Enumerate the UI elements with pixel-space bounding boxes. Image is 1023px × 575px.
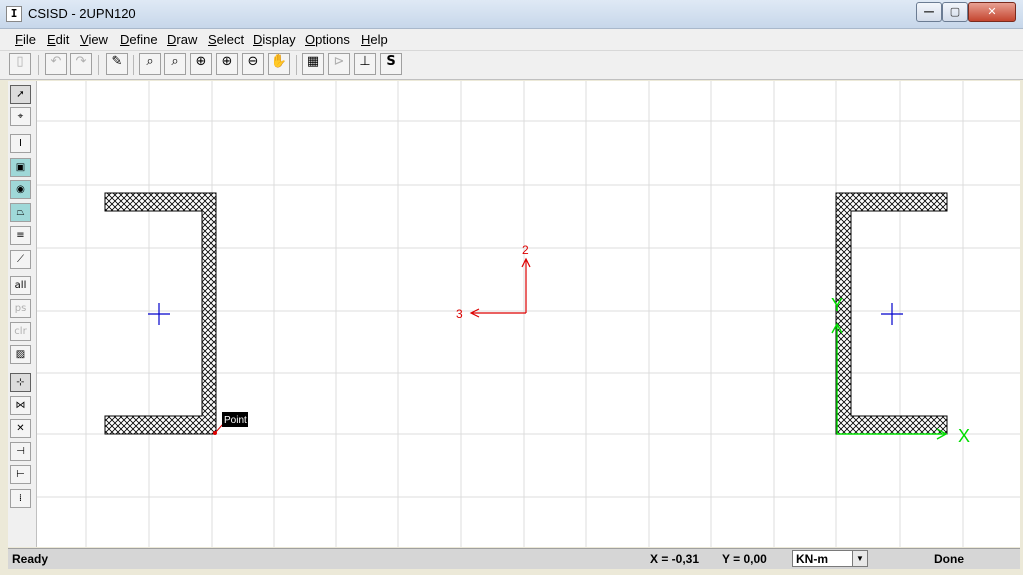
zoom-in-step-icon[interactable]: ⊕ (216, 53, 238, 75)
menu-view[interactable]: View (80, 32, 108, 47)
status-ready: Ready (12, 552, 49, 566)
toolbar-separator (296, 55, 297, 75)
section-properties-icon[interactable]: ⊳ (328, 53, 350, 75)
axis-icon[interactable]: ⊥ (354, 53, 376, 75)
toolbar: ▯ ↶ ↷ ✎ ⌕ ⌕ ⊕ ⊕ ⊖ ✋ ▦ ⊳ ⊥ S (0, 51, 1023, 80)
app-window: I CSISD - 2UPN120 — ▢ ✕ File Edit View D… (0, 0, 1023, 575)
clear-selection-button[interactable]: clr (10, 322, 31, 341)
menu-display[interactable]: Display (253, 32, 296, 47)
menu-edit[interactable]: Edit (47, 32, 69, 47)
zoom-window-icon[interactable]: ⌕ (139, 53, 161, 75)
local-axes (469, 257, 531, 318)
cursor-y-readout: Y = 0,00 (722, 552, 767, 566)
redo-icon[interactable]: ↷ (70, 53, 92, 75)
snap-midpoint-icon[interactable]: ⋈ (10, 396, 31, 415)
status-bar: Ready X = -0,31 Y = 0,00 KN-m ▼ Done (8, 548, 1020, 569)
snap-points-icon[interactable]: ⊹ (10, 373, 31, 392)
menu-select[interactable]: Select (208, 32, 244, 47)
window-title: CSISD - 2UPN120 (28, 6, 136, 21)
menu-help[interactable]: Help (361, 32, 388, 47)
menu-options[interactable]: Options (305, 32, 350, 47)
axis-3-label: 3 (456, 307, 463, 321)
centroid-left-icon (148, 303, 170, 325)
axis-y-label: Y (831, 295, 843, 315)
previous-selection-button[interactable]: ps (10, 299, 31, 318)
draw-polygon-icon[interactable]: ⏢ (10, 203, 31, 222)
left-toolbar: ➚ ⌖ I ▣ ◉ ⏢ ≡ ⟋ all ps clr ▨ ⊹ ⋈ ✕ ⊣ ⊢ ⁞ (8, 81, 37, 547)
draw-rebar-line-icon[interactable]: ≡ (10, 226, 31, 245)
pan-icon[interactable]: ✋ (268, 53, 290, 75)
minimize-button[interactable]: — (916, 2, 942, 22)
zoom-restore-icon[interactable]: ⌕ (164, 53, 186, 75)
menu-define[interactable]: Define (120, 32, 158, 47)
close-button[interactable]: ✕ (968, 2, 1016, 22)
section-drawing: 2 3 Y X Point (37, 81, 1020, 547)
new-icon[interactable]: ▯ (9, 53, 31, 75)
pointer-icon[interactable]: ➚ (10, 85, 31, 104)
reshape-icon[interactable]: ⌖ (10, 107, 31, 126)
app-icon: I (6, 6, 22, 22)
maximize-button[interactable]: ▢ (942, 2, 968, 22)
menu-bar: File Edit View Define Draw Select Displa… (0, 29, 1023, 51)
zoom-in-icon[interactable]: ⊕ (190, 53, 212, 75)
toolbar-separator (38, 55, 39, 75)
snap-perpendicular-icon[interactable]: ⊣ (10, 442, 31, 461)
drawing-canvas[interactable]: 2 3 Y X Point (37, 81, 1020, 547)
toolbar-separator (98, 55, 99, 75)
cursor-x-readout: X = -0,31 (650, 552, 700, 566)
zoom-out-icon[interactable]: ⊖ (242, 53, 264, 75)
point-tooltip: Point (224, 415, 247, 426)
draw-text-icon[interactable]: I (10, 134, 31, 153)
menu-draw[interactable]: Draw (167, 32, 197, 47)
units-dropdown[interactable]: KN-m ▼ (792, 550, 868, 567)
draw-rectangle-icon[interactable]: ▣ (10, 158, 31, 177)
axis-x-label: X (958, 426, 970, 446)
draw-line-icon[interactable]: ⟋ (10, 250, 31, 269)
units-value: KN-m (796, 552, 828, 566)
table-icon[interactable]: ▦ (302, 53, 324, 75)
chevron-down-icon[interactable]: ▼ (852, 551, 867, 566)
title-bar[interactable]: I CSISD - 2UPN120 — ▢ ✕ (0, 0, 1023, 29)
snap-line-icon[interactable]: ⊢ (10, 465, 31, 484)
select-all-button[interactable]: all (10, 276, 31, 295)
menu-file[interactable]: File (15, 32, 36, 47)
stress-icon[interactable]: S (380, 53, 402, 75)
toolbar-separator (133, 55, 134, 75)
draw-circle-icon[interactable]: ◉ (10, 180, 31, 199)
axis-2-label: 2 (522, 243, 529, 257)
pencil-icon[interactable]: ✎ (106, 53, 128, 75)
status-done: Done (934, 552, 964, 566)
undo-icon[interactable]: ↶ (45, 53, 67, 75)
snap-grid-icon[interactable]: ⁞ (10, 489, 31, 508)
grid (37, 81, 1020, 547)
snap-intersection-icon[interactable]: ✕ (10, 419, 31, 438)
intersecting-line-icon[interactable]: ▨ (10, 345, 31, 364)
